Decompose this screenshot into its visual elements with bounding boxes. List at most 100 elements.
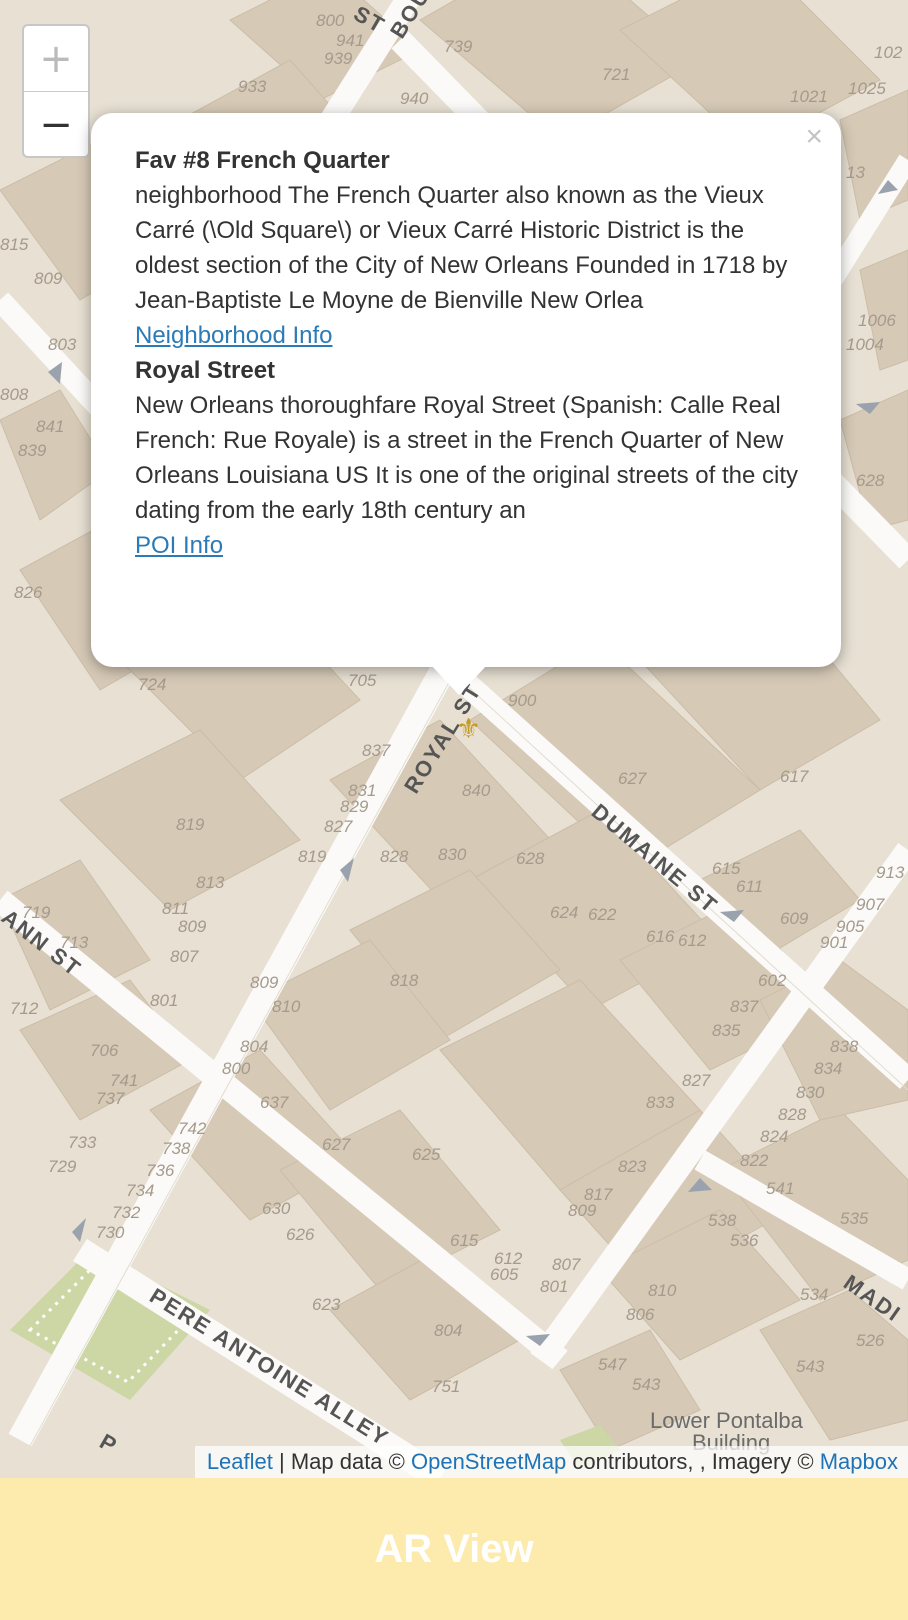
svg-text:835: 835 [712,1021,741,1040]
svg-text:841: 841 [36,417,64,436]
svg-text:543: 543 [632,1375,661,1394]
svg-text:611: 611 [736,877,763,896]
svg-text:907: 907 [856,895,885,914]
svg-text:830: 830 [796,1083,825,1102]
svg-text:541: 541 [766,1179,794,1198]
svg-text:819: 819 [298,847,327,866]
ar-view-button[interactable]: AR View [0,1478,908,1620]
osm-link[interactable]: OpenStreetMap [411,1449,566,1474]
svg-text:719: 719 [22,903,51,922]
svg-text:800: 800 [222,1059,251,1078]
svg-text:810: 810 [648,1281,677,1300]
svg-text:543: 543 [796,1357,825,1376]
neighborhood-title: Fav #8 French Quarter [135,147,390,174]
fleur-de-lis-icon: ⚜ [456,712,482,745]
svg-text:807: 807 [170,947,199,966]
svg-text:801: 801 [150,991,178,1010]
svg-text:547: 547 [598,1355,627,1374]
svg-text:830: 830 [438,845,467,864]
zoom-out-button[interactable]: − [24,92,88,156]
svg-text:612: 612 [678,931,707,950]
svg-text:741: 741 [110,1071,138,1090]
svg-text:605: 605 [490,1265,519,1284]
leaflet-link[interactable]: Leaflet [207,1449,273,1474]
poi-info-link[interactable]: POI Info [135,528,801,563]
svg-text:828: 828 [380,847,409,866]
svg-text:1006: 1006 [858,311,896,330]
svg-text:810: 810 [272,997,301,1016]
svg-text:536: 536 [730,1231,759,1250]
svg-text:834: 834 [814,1059,842,1078]
svg-text:712: 712 [10,999,39,1018]
svg-text:535: 535 [840,1209,869,1228]
zoom-control: + − [22,24,90,158]
svg-text:837: 837 [362,741,391,760]
svg-text:900: 900 [508,691,537,710]
svg-text:828: 828 [778,1105,807,1124]
svg-text:615: 615 [712,859,741,878]
svg-text:538: 538 [708,1211,737,1230]
svg-text:732: 732 [112,1203,141,1222]
attribution-mid: contributors, , Imagery © [566,1449,820,1474]
svg-text:630: 630 [262,1199,291,1218]
svg-text:1021: 1021 [790,87,828,106]
svg-text:734: 734 [126,1181,154,1200]
svg-text:738: 738 [162,1139,191,1158]
svg-text:811: 811 [162,899,189,918]
svg-text:730: 730 [96,1223,125,1242]
ar-view-label: AR View [374,1526,534,1571]
svg-text:818: 818 [390,971,419,990]
svg-text:800: 800 [316,11,345,30]
svg-text:827: 827 [324,817,353,836]
svg-text:724: 724 [138,675,166,694]
svg-text:628: 628 [856,471,885,490]
svg-text:901: 901 [820,933,848,952]
mapbox-link[interactable]: Mapbox [820,1449,898,1474]
svg-text:913: 913 [876,863,905,882]
svg-text:826: 826 [14,583,43,602]
svg-text:837: 837 [730,997,759,1016]
svg-text:526: 526 [856,1331,885,1350]
svg-text:626: 626 [286,1225,315,1244]
neighborhood-info-link[interactable]: Neighborhood Info [135,318,801,353]
svg-text:807: 807 [552,1255,581,1274]
poi-description: New Orleans thoroughfare Royal Street (S… [135,392,799,524]
svg-text:1004: 1004 [846,335,884,354]
close-icon[interactable]: × [805,119,823,154]
svg-text:838: 838 [830,1037,859,1056]
svg-text:829: 829 [340,797,369,816]
svg-text:806: 806 [626,1305,655,1324]
svg-text:809: 809 [568,1201,597,1220]
zoom-in-button[interactable]: + [24,26,88,92]
svg-text:721: 721 [602,65,630,84]
map-marker[interactable]: ⚜ [456,712,482,746]
svg-text:809: 809 [34,269,63,288]
svg-text:808: 808 [0,385,29,404]
svg-text:819: 819 [176,815,205,834]
svg-text:624: 624 [550,903,578,922]
svg-text:751: 751 [432,1377,460,1396]
svg-text:729: 729 [48,1157,77,1176]
svg-text:933: 933 [238,77,267,96]
neighborhood-description: neighborhood The French Quarter also kno… [135,182,788,314]
popup-tip [431,665,487,695]
svg-text:713: 713 [60,933,89,952]
svg-text:616: 616 [646,927,675,946]
svg-text:823: 823 [618,1157,647,1176]
svg-text:809: 809 [178,917,207,936]
svg-text:609: 609 [780,909,809,928]
map-canvas[interactable]: ROYAL ST DUMAINE ST ANN ST PERE ANTOINE … [0,0,908,1478]
svg-text:815: 815 [0,235,29,254]
svg-text:809: 809 [250,973,279,992]
svg-text:627: 627 [322,1135,351,1154]
svg-text:803: 803 [48,335,77,354]
svg-text:534: 534 [800,1285,828,1304]
info-popup: × Fav #8 French Quarter neighborhood The… [91,113,841,695]
attribution-sep: | Map data © [272,1449,411,1474]
svg-text:940: 940 [400,89,429,108]
svg-text:615: 615 [450,1231,479,1250]
svg-text:623: 623 [312,1295,341,1314]
svg-text:801: 801 [540,1277,568,1296]
svg-text:939: 939 [324,49,353,68]
svg-text:804: 804 [240,1037,268,1056]
